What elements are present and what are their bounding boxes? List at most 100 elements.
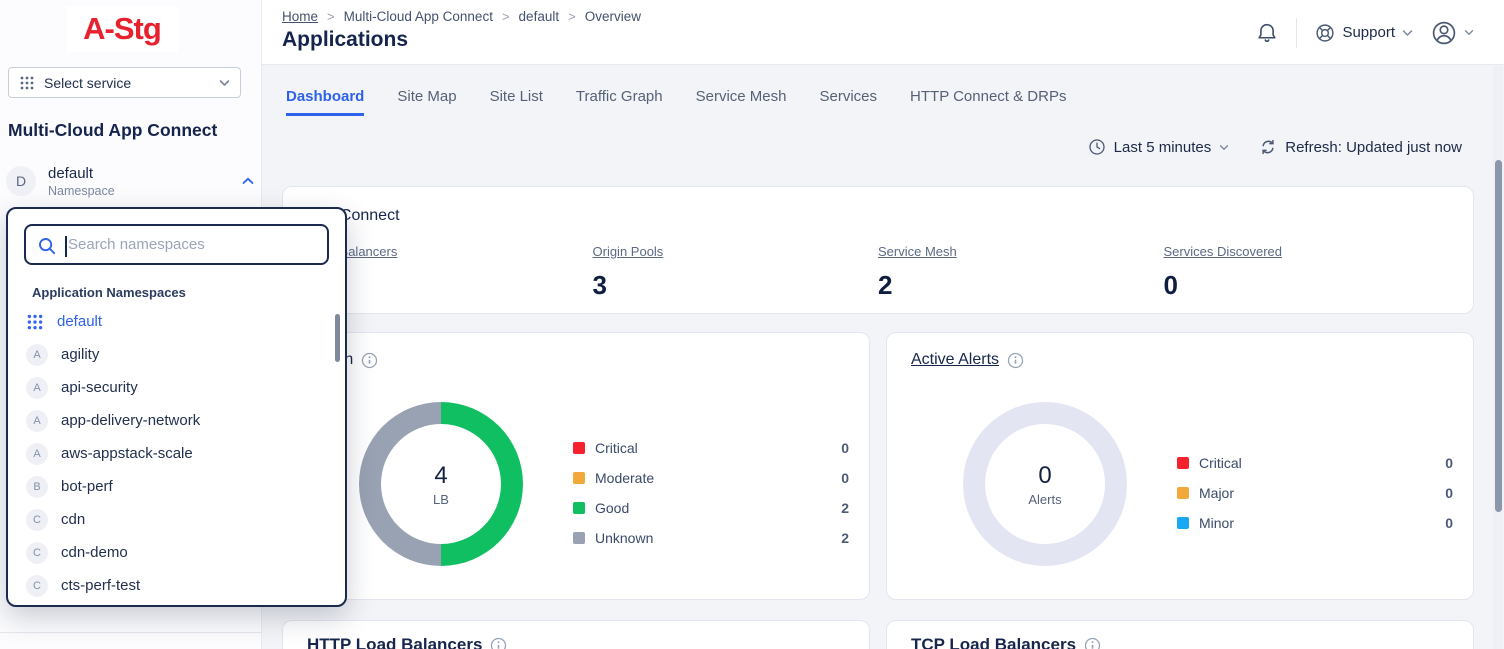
info-icon[interactable] (361, 352, 378, 369)
dropdown-scrollbar[interactable] (335, 314, 340, 362)
letter-avatar: C (26, 509, 48, 531)
chevron-down-icon (1402, 29, 1413, 37)
chevron-down-icon (1464, 29, 1474, 36)
namespace-list: default A agility A api-security A app-d… (8, 305, 345, 602)
breadcrumb-item[interactable]: Multi-Cloud App Connect (344, 9, 493, 24)
page-scrollbar-thumb[interactable] (1495, 160, 1502, 512)
namespace-item[interactable]: A agility (8, 338, 345, 371)
letter-avatar: A (26, 410, 48, 432)
time-range-selector[interactable]: Last 5 minutes (1088, 138, 1230, 156)
tab-dashboard[interactable]: Dashboard (286, 88, 364, 116)
metric-value: 0 (1164, 270, 1450, 301)
metric-origin-pools: Origin Pools 3 (593, 243, 879, 301)
legend-row-minor: Minor 0 (1177, 508, 1453, 538)
legend-swatch (573, 532, 585, 544)
legend-swatch (1177, 517, 1189, 529)
legend-swatch (1177, 487, 1189, 499)
active-alerts-card: Active Alerts 0 Alerts Critical 0 Major (886, 332, 1474, 600)
namespace-sublabel: Namespace (48, 184, 230, 198)
legend-label: Major (1199, 485, 1234, 501)
legend-value: 0 (841, 440, 849, 456)
breadcrumb-separator: > (327, 9, 335, 24)
namespace-search[interactable] (24, 224, 329, 265)
legend-label: Good (595, 500, 629, 516)
refresh-icon (1259, 138, 1277, 156)
namespace-item[interactable]: B bot-perf (8, 470, 345, 503)
donut-center-label: Alerts (1028, 492, 1061, 507)
tcp-lb-title[interactable]: TCP Load Balancers (911, 635, 1076, 649)
app-page: A-Stg Select service Multi-Cloud App Con… (0, 0, 1504, 649)
namespace-item-label: cdn-demo (61, 544, 128, 561)
namespace-item-label: cdn (61, 511, 85, 528)
tab-service-mesh[interactable]: Service Mesh (696, 88, 787, 116)
metric-value: 2 (878, 270, 1164, 301)
legend-swatch (573, 502, 585, 514)
legend-swatch (1177, 457, 1189, 469)
info-icon[interactable] (1084, 637, 1101, 649)
service-selector-label: Select service (44, 75, 210, 91)
metric-value: 3 (593, 270, 879, 301)
top-actions: Support (1256, 0, 1474, 65)
tab-site-map[interactable]: Site Map (397, 88, 456, 116)
support-label: Support (1342, 24, 1395, 41)
bell-icon[interactable] (1256, 22, 1278, 44)
legend-row-good: Good 2 (573, 493, 849, 523)
letter-avatar: A (26, 443, 48, 465)
http-lb-title[interactable]: HTTP Load Balancers (307, 635, 482, 649)
namespace-item-label: app-delivery-network (61, 412, 200, 429)
text-caret (65, 236, 67, 257)
search-input[interactable] (68, 228, 323, 261)
legend-value: 2 (841, 500, 849, 516)
breadcrumb-home[interactable]: Home (282, 9, 318, 24)
account-menu[interactable] (1431, 20, 1474, 46)
tab-http-connect-drps[interactable]: HTTP Connect & DRPs (910, 88, 1066, 116)
metric-load-balancers: Load Balancers (307, 243, 593, 301)
namespace-picker[interactable]: D default Namespace (6, 162, 254, 200)
refresh-status-label: Refresh: Updated just now (1285, 139, 1462, 156)
namespace-item-label: aws-appstack-scale (61, 445, 193, 462)
dashboard-controls: Last 5 minutes Refresh: Updated just now (1088, 138, 1462, 156)
support-menu[interactable]: Support (1315, 23, 1413, 43)
active-alerts-title[interactable]: Active Alerts (911, 351, 999, 369)
lb-health-card: Health 4 LB Critical 0 Moderate 0 (282, 332, 870, 600)
lb-health-legend: Critical 0 Moderate 0 Good 2 Unknown 2 (573, 433, 849, 553)
page-title: Applications (282, 28, 408, 52)
metric-label[interactable]: Service Mesh (878, 244, 957, 259)
metric-services-discovered: Services Discovered 0 (1164, 243, 1450, 301)
grid-icon (26, 313, 44, 331)
namespace-item[interactable]: A app-delivery-network (8, 404, 345, 437)
breadcrumb-item[interactable]: default (519, 9, 560, 24)
chevron-down-icon (1219, 144, 1229, 151)
legend-value: 0 (1445, 485, 1453, 501)
letter-avatar: A (26, 344, 48, 366)
chevron-down-icon (219, 79, 230, 87)
breadcrumb-separator: > (568, 9, 576, 24)
info-icon[interactable] (1007, 352, 1024, 369)
namespace-item-label: bot-perf (61, 478, 113, 495)
info-icon[interactable] (490, 637, 507, 649)
metric-service-mesh: Service Mesh 2 (878, 243, 1164, 301)
namespace-item-label: default (57, 313, 102, 330)
legend-label: Critical (1199, 455, 1242, 471)
metric-label[interactable]: Services Discovered (1164, 244, 1283, 259)
namespace-item[interactable]: A api-security (8, 371, 345, 404)
tab-services[interactable]: Services (820, 88, 878, 116)
letter-avatar: B (26, 476, 48, 498)
user-icon (1431, 20, 1457, 46)
tab-traffic-graph[interactable]: Traffic Graph (576, 88, 663, 116)
metric-label[interactable]: Origin Pools (593, 244, 664, 259)
namespace-item[interactable]: A aws-appstack-scale (8, 437, 345, 470)
service-selector[interactable]: Select service (8, 67, 241, 98)
breadcrumb-separator: > (502, 9, 510, 24)
legend-row-major: Major 0 (1177, 478, 1453, 508)
namespace-item[interactable]: C cdn-demo (8, 536, 345, 569)
namespace-item[interactable]: C cdn (8, 503, 345, 536)
namespace-item[interactable]: C cts-perf-test (8, 569, 345, 602)
top-bar: Home > Multi-Cloud App Connect > default… (262, 0, 1504, 65)
tab-site-list[interactable]: Site List (490, 88, 543, 116)
legend-value: 2 (841, 530, 849, 546)
refresh-control[interactable]: Refresh: Updated just now (1259, 138, 1462, 156)
namespace-item-default[interactable]: default (8, 305, 345, 338)
lb-health-donut: 4 LB (359, 402, 523, 566)
letter-avatar: A (26, 377, 48, 399)
